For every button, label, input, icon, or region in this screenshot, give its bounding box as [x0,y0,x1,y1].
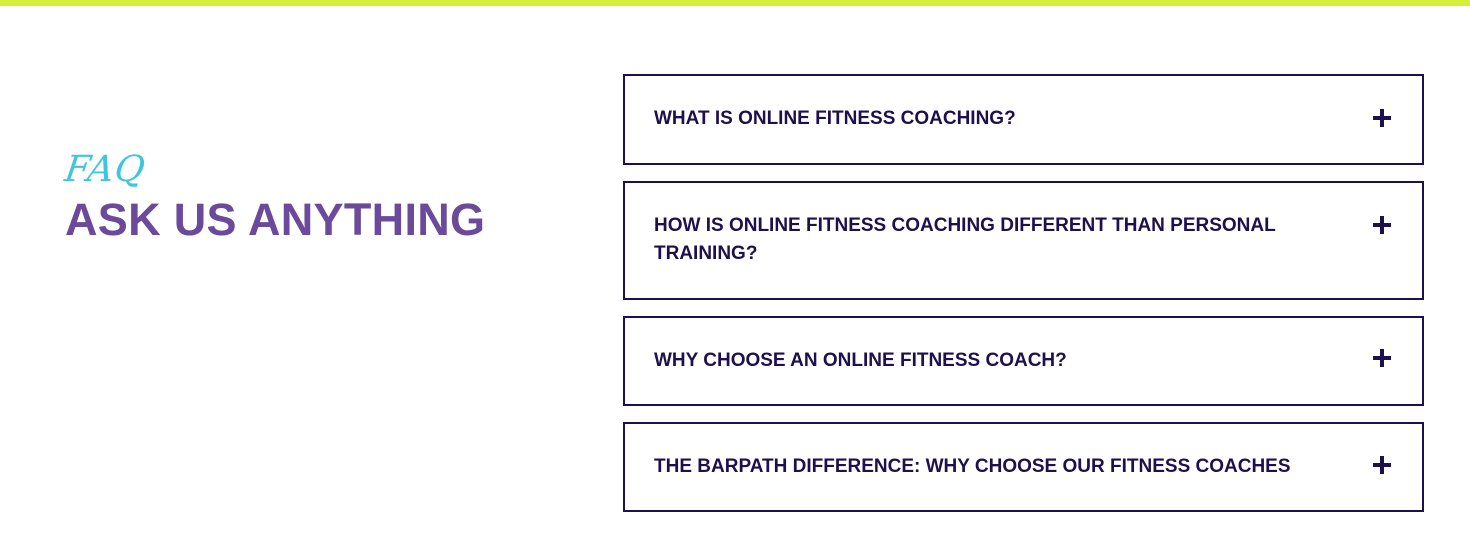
section-title: ASK US ANYTHING [65,194,486,245]
faq-question: THE BARPATH DIFFERENCE: WHY CHOOSE OUR F… [654,456,1291,477]
faq-question: WHAT IS ONLINE FITNESS COACHING? [654,108,1016,129]
plus-icon[interactable] [1373,216,1391,234]
faq-item-barpath-difference[interactable]: THE BARPATH DIFFERENCE: WHY CHOOSE OUR F… [623,422,1424,512]
section-eyebrow: FAQ [62,149,149,190]
faq-intro: FAQ ASK US ANYTHING [62,149,585,246]
plus-icon[interactable] [1373,349,1391,367]
faq-question: WHY CHOOSE AN ONLINE FITNESS COACH? [654,350,1067,371]
faq-item-why-online-coach[interactable]: WHY CHOOSE AN ONLINE FITNESS COACH? [623,316,1424,406]
faq-item-vs-personal-training[interactable]: HOW IS ONLINE FITNESS COACHING DIFFERENT… [623,181,1424,300]
top-accent-bar [0,0,1470,6]
faq-item-online-coaching[interactable]: WHAT IS ONLINE FITNESS COACHING? [623,74,1424,165]
plus-icon[interactable] [1373,456,1391,474]
faq-question: HOW IS ONLINE FITNESS COACHING DIFFERENT… [654,215,1276,264]
plus-icon[interactable] [1373,109,1391,127]
